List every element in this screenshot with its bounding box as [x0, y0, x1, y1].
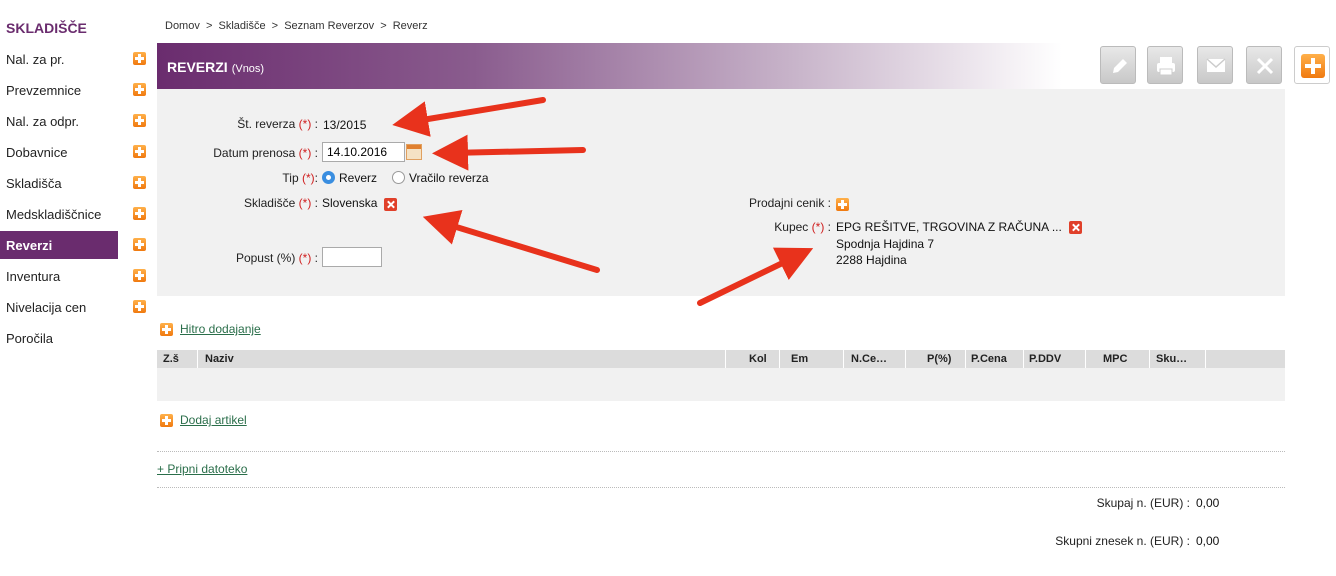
breadcrumb[interactable]: Domov > Skladišče > Seznam Reverzov > Re… — [165, 20, 428, 32]
column-header[interactable]: P.DDV — [1029, 353, 1061, 365]
add-cenik-icon[interactable] — [836, 198, 849, 211]
delete-button[interactable] — [1246, 46, 1282, 84]
column-header[interactable]: MPC — [1103, 353, 1127, 365]
sidebar-item-dobavnice[interactable]: Dobavnice — [0, 138, 150, 166]
sidebar-item-skladisca[interactable]: Skladišča — [0, 169, 150, 197]
add-icon[interactable] — [160, 323, 173, 336]
column-header[interactable]: Naziv — [205, 353, 234, 365]
sidebar-item-label: Nivelacija cen — [6, 300, 87, 315]
add-icon[interactable] — [133, 114, 146, 127]
kupec-label: Kupec (*) : — [774, 220, 831, 234]
datum-label: Datum prenosa (*) : — [213, 146, 318, 160]
column-header[interactable]: Sku… — [1156, 353, 1187, 365]
kupec-address-line1: Spodnja Hajdina 7 — [836, 237, 935, 251]
popust-label: Popust (%) (*) : — [235, 251, 318, 265]
popust-input[interactable] — [322, 247, 382, 267]
sidebar-item-inventura[interactable]: Inventura — [0, 262, 150, 290]
divider — [157, 451, 1285, 452]
column-header[interactable]: P(%) — [927, 353, 951, 365]
add-button[interactable] — [1294, 46, 1330, 84]
skupaj-label: Skupaj n. (EUR) : — [1096, 496, 1190, 510]
add-icon[interactable] — [133, 300, 146, 313]
envelope-icon — [1206, 58, 1226, 72]
st-reverza-label: Št. reverza (*) : — [237, 117, 318, 131]
add-icon[interactable] — [160, 414, 173, 427]
skupni-znesek-label: Skupni znesek n. (EUR) : — [1055, 534, 1190, 548]
kupec-name: EPG REŠITVE, TRGOVINA Z RAČUNA ... — [836, 220, 1062, 234]
calendar-icon[interactable] — [406, 144, 422, 160]
skupaj-value: 0,00 — [1196, 496, 1220, 510]
sidebar-item-label: Reverzi — [6, 238, 53, 253]
sidebar-item-reverzi[interactable]: Reverzi — [0, 231, 118, 259]
sidebar-item-porocila[interactable]: Poročila — [0, 324, 150, 352]
remove-kupec-icon[interactable] — [1069, 221, 1082, 234]
printer-icon — [1157, 57, 1175, 76]
sidebar-item-label: Inventura — [6, 269, 61, 284]
prodajni-cenik-label: Prodajni cenik : — [748, 196, 831, 210]
kupec-address-line2: 2288 Hajdina — [836, 253, 907, 267]
sidebar-item-label: Skladišča — [6, 176, 62, 191]
page-title-text: REVERZI — [167, 59, 228, 75]
page-title: REVERZI (Vnos) — [167, 59, 264, 75]
add-icon[interactable] — [133, 238, 146, 251]
sidebar-title: SKLADIŠČE — [6, 20, 87, 36]
page-subtitle: (Vnos) — [231, 63, 265, 75]
sidebar-item-nivelacija-cen[interactable]: Nivelacija cen — [0, 293, 150, 321]
skladisce-value: Slovenska — [322, 196, 378, 210]
skladisce-label: Skladišče (*) : — [243, 196, 318, 210]
sidebar-item-prevzemnice[interactable]: Prevzemnice — [0, 76, 150, 104]
email-button[interactable] — [1197, 46, 1233, 84]
column-header[interactable]: Em — [791, 353, 808, 365]
add-icon[interactable] — [133, 83, 146, 96]
sidebar-item-label: Prevzemnice — [6, 83, 82, 98]
add-icon[interactable] — [133, 269, 146, 282]
pencil-icon — [1113, 59, 1127, 73]
add-icon[interactable] — [133, 52, 146, 65]
plus-icon — [1301, 54, 1325, 78]
sidebar-item-label: Dobavnice — [6, 145, 68, 160]
pripni-datoteko-link[interactable]: + Pripni datoteko — [157, 462, 247, 476]
dodaj-artikel-link[interactable]: Dodaj artikel — [180, 413, 247, 427]
divider — [157, 487, 1285, 488]
sidebar-item-label: Nal. za odpr. — [6, 114, 79, 129]
skupni-znesek-value: 0,00 — [1196, 534, 1220, 548]
add-icon[interactable] — [133, 207, 146, 220]
column-header[interactable]: N.Ce… — [851, 353, 887, 365]
edit-button[interactable] — [1100, 46, 1136, 84]
column-header[interactable]: P.Cena — [971, 353, 1007, 365]
hitro-dodajanje-link[interactable]: Hitro dodajanje — [180, 322, 261, 336]
page-header: REVERZI (Vnos) — [157, 43, 1062, 89]
tip-option-vracilo: Vračilo reverza — [409, 171, 489, 185]
sidebar-item-label: Poročila — [6, 331, 53, 346]
add-icon[interactable] — [133, 176, 146, 189]
sidebar-item-label: Medskladiščnice — [6, 207, 102, 222]
st-reverza-value: 13/2015 — [323, 118, 367, 132]
tip-option-reverz: Reverz — [339, 171, 378, 185]
sidebar-item-label: Nal. za pr. — [6, 52, 65, 67]
remove-skladisce-icon[interactable] — [384, 198, 397, 211]
tip-radio-reverz[interactable] — [322, 171, 335, 184]
tip-label: Tip (*): — [282, 171, 318, 185]
print-button[interactable] — [1147, 46, 1183, 84]
column-header[interactable]: Kol — [749, 353, 767, 365]
column-header[interactable]: Z.š — [163, 353, 179, 365]
datum-input[interactable] — [322, 142, 405, 162]
add-icon[interactable] — [133, 145, 146, 158]
sidebar-item-nal-za-pr[interactable]: Nal. za pr. — [0, 45, 150, 73]
sidebar-item-medskladiscnice[interactable]: Medskladiščnice — [0, 200, 150, 228]
tip-radio-vracilo[interactable] — [392, 171, 405, 184]
items-table-header: Z.š Naziv Kol Em N.Ce… P(%) P.Cena P.DDV… — [157, 350, 1285, 368]
sidebar-item-nal-za-odpr[interactable]: Nal. za odpr. — [0, 107, 150, 135]
items-table-body — [157, 368, 1285, 401]
close-icon — [1256, 57, 1274, 75]
